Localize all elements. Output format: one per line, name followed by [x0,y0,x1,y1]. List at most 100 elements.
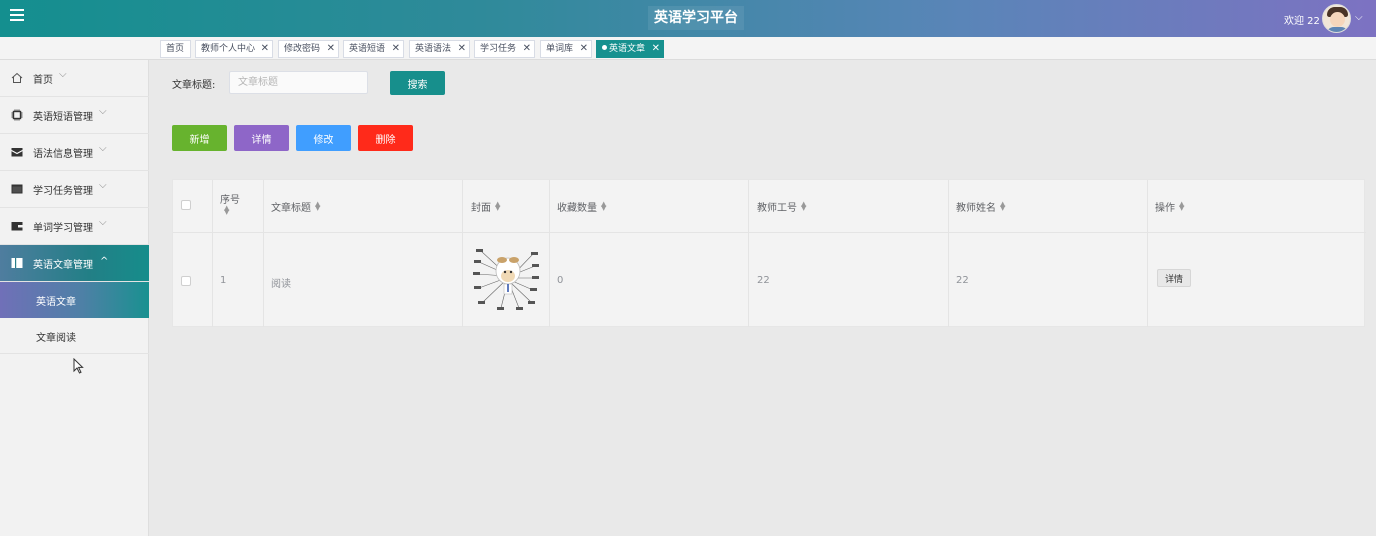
header-label: 教师工号 [757,203,797,214]
chevron-down-icon: ⌵ [99,143,107,154]
add-button[interactable]: 新增 [172,125,227,151]
tab-home[interactable]: 首页 [160,40,191,58]
tab-label: 修改密码 [284,44,321,54]
tab-label: 英语文章 [609,44,646,54]
sidebar-item-phrases[interactable]: 英语短语管理 ⌵ [0,97,149,134]
chevron-up-icon: ^ [100,256,109,267]
chevron-down-icon: ⌵ [99,180,107,191]
sort-icon[interactable]: ▲ ▼ [224,205,229,216]
column-divider [173,180,213,327]
header-teacher-name[interactable]: 教师姓名 ▲ ▼ [956,199,1005,215]
sidebar-item-tasks[interactable]: 学习任务管理 ⌵ [0,171,149,208]
detail-button[interactable]: 详情 [234,125,289,151]
window-icon [11,184,23,194]
sidebar-subitem-article-reading[interactable]: 文章阅读 [0,318,149,354]
sort-icon[interactable]: ▲ ▼ [1000,201,1005,212]
tab-english-articles[interactable]: 英语文章 ✕ [596,40,664,58]
table-row-divider [173,232,1366,233]
menu-toggle-icon[interactable] [10,9,24,23]
header-operation[interactable]: 操作 ▲ ▼ [1155,199,1184,215]
edit-button[interactable]: 修改 [296,125,351,151]
welcome-text: 欢迎 22 [1284,16,1320,27]
cell-teacher-id: 22 [757,275,770,286]
close-icon[interactable]: ✕ [580,41,588,57]
sidebar-subitem-english-articles[interactable]: 英语文章 [0,282,149,318]
chevron-down-icon: ⌵ [99,106,107,117]
cell-favorites: 0 [557,275,564,286]
select-all-checkbox[interactable] [181,200,191,210]
cell-title: 阅读 [271,279,291,290]
search-button[interactable]: 搜索 [390,71,445,95]
chevron-down-icon: ⌵ [99,217,107,228]
mouse-cursor-icon [73,358,84,374]
tab-label: 首页 [166,44,185,54]
sidebar-item-label: 首页 [33,75,53,86]
close-icon[interactable]: ✕ [523,41,531,57]
tab-english-phrases[interactable]: 英语短语 ✕ [343,40,404,58]
sidebar-item-label: 单词学习管理 [33,223,93,234]
tab-label: 教师个人中心 [201,44,256,54]
row-checkbox[interactable] [181,276,191,286]
sidebar-item-label: 学习任务管理 [33,186,93,197]
sort-icon[interactable]: ▲ ▼ [801,201,806,212]
close-icon[interactable]: ✕ [652,41,660,57]
tab-label: 英语短语 [349,44,386,54]
sidebar-item-grammar[interactable]: 语法信息管理 ⌵ [0,134,149,171]
delete-button[interactable]: 删除 [358,125,413,151]
tab-label: 单词库 [546,44,574,54]
close-icon[interactable]: ✕ [261,41,269,57]
row-detail-button[interactable]: 详情 [1157,269,1191,287]
close-icon[interactable]: ✕ [392,41,400,57]
sort-icon[interactable]: ▲ ▼ [495,201,500,212]
tab-change-password[interactable]: 修改密码 ✕ [278,40,339,58]
sidebar-subitem-label: 文章阅读 [36,333,76,344]
cover-image[interactable] [473,246,540,312]
cell-index: 1 [220,275,227,286]
sidebar-subitem-label: 英语文章 [36,297,76,308]
sidebar-item-words[interactable]: 单词学习管理 ⌵ [0,208,149,245]
header-index[interactable]: 序号 ▲ ▼ [220,191,240,218]
close-icon[interactable]: ✕ [327,41,335,57]
book-icon [11,258,23,268]
header-title[interactable]: 文章标题 ▲ ▼ [271,199,320,215]
close-icon[interactable]: ✕ [458,41,466,57]
sidebar-item-label: 英语短语管理 [33,112,93,123]
wallet-icon [11,222,23,231]
sidebar-item-label: 语法信息管理 [33,149,93,160]
sort-icon[interactable]: ▲ ▼ [601,201,606,212]
header-label: 教师姓名 [956,203,996,214]
sort-icon[interactable]: ▲ ▼ [315,201,320,212]
top-header: 英语学习平台 欢迎 22 ⌵ [0,0,1376,37]
sidebar-item-home[interactable]: 首页 ⌵ [0,60,149,97]
tab-teacher-center[interactable]: 教师个人中心 ✕ [195,40,273,58]
header-label: 操作 [1155,203,1175,214]
title-search-input[interactable] [229,71,368,94]
sidebar-item-label: 英语文章管理 [33,260,93,271]
search-label: 文章标题: [172,80,216,91]
sidebar: 首页 ⌵ 英语短语管理 ⌵ 语法信息管理 ⌵ 学习任务管理 ⌵ 单词学习管理 ⌵… [0,60,149,536]
header-teacher-id[interactable]: 教师工号 ▲ ▼ [757,199,806,215]
header-label: 收藏数量 [557,203,597,214]
sidebar-item-articles[interactable]: 英语文章管理 ^ [0,245,149,282]
tags-view: 首页 教师个人中心 ✕ 修改密码 ✕ 英语短语 ✕ 英语语法 ✕ 学习任务 ✕ 单词库 ✕ … [0,37,1376,60]
article-table: 序号 ▲ ▼ 文章标题 ▲ ▼ 封面 ▲ ▼ 收藏数量 ▲ ▼ 教师工号 ▲ ▼ 教师姓名 ▲ ▼ 操作… [172,179,1366,327]
header-favorites[interactable]: 收藏数量 ▲ ▼ [557,199,606,215]
sort-icon[interactable]: ▲ ▼ [1179,201,1184,212]
tab-label: 学习任务 [480,44,517,54]
header-label: 文章标题 [271,203,311,214]
chevron-down-icon: ⌵ [59,69,67,80]
app-title: 英语学习平台 [648,6,744,30]
user-avatar[interactable] [1322,4,1351,33]
chip-icon [11,109,23,121]
chevron-down-icon[interactable]: ⌵ [1355,12,1363,23]
header-cover[interactable]: 封面 ▲ ▼ [471,199,500,215]
cell-teacher-name: 22 [956,275,969,286]
tab-label: 英语语法 [415,44,452,54]
tab-study-tasks[interactable]: 学习任务 ✕ [474,40,535,58]
active-dot-icon [602,45,607,50]
home-icon [11,72,23,83]
header-label: 序号 [220,195,240,206]
tab-english-grammar[interactable]: 英语语法 ✕ [409,40,470,58]
header-label: 封面 [471,203,491,214]
tab-word-bank[interactable]: 单词库 ✕ [540,40,592,58]
